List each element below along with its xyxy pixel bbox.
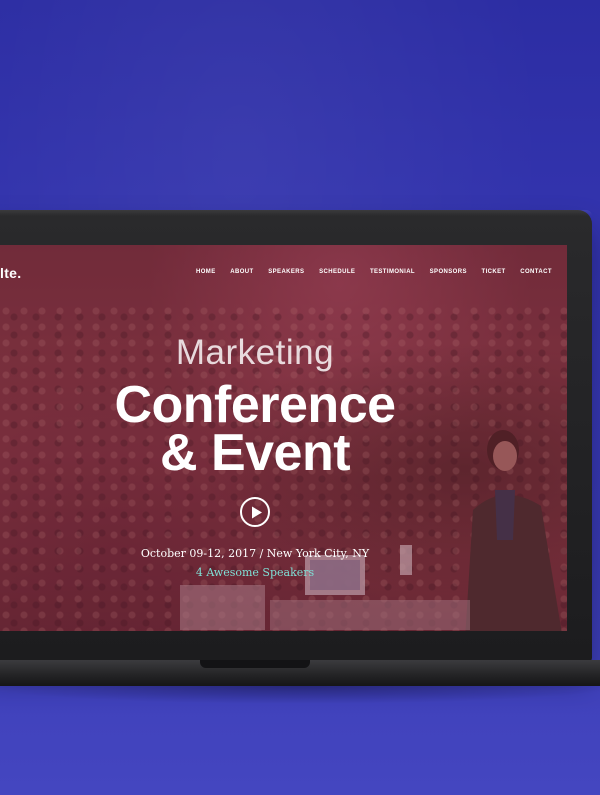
- event-date-location: October 09-12, 2017 / New York City, NY: [140, 547, 370, 560]
- hero-subtitle: Marketing: [175, 333, 335, 372]
- play-icon: [252, 506, 262, 519]
- nav-item-schedule[interactable]: SCHEDULE: [319, 269, 355, 275]
- laptop-hinge-notch: [200, 660, 310, 668]
- laptop-shadow: [0, 686, 600, 704]
- nav-item-contact[interactable]: CONTACT: [520, 269, 552, 275]
- nav-item-sponsors[interactable]: SPONSORS: [430, 269, 467, 275]
- laptop-screen: lte. HOME ABOUT SPEAKERS SCHEDULE TESTIM…: [0, 245, 567, 631]
- nav-item-about[interactable]: ABOUT: [230, 269, 253, 275]
- main-nav: HOME ABOUT SPEAKERS SCHEDULE TESTIMONIAL…: [196, 269, 552, 275]
- play-video-button[interactable]: [240, 497, 270, 527]
- hero-title-line2: & Event: [159, 424, 351, 482]
- nav-item-speakers[interactable]: SPEAKERS: [268, 269, 304, 275]
- nav-item-testimonial[interactable]: TESTIMONIAL: [370, 269, 415, 275]
- nav-item-home[interactable]: HOME: [196, 269, 216, 275]
- speakers-count[interactable]: 4 Awesome Speakers: [0, 566, 510, 579]
- site-logo[interactable]: lte.: [0, 265, 21, 281]
- nav-item-ticket[interactable]: TICKET: [482, 269, 506, 275]
